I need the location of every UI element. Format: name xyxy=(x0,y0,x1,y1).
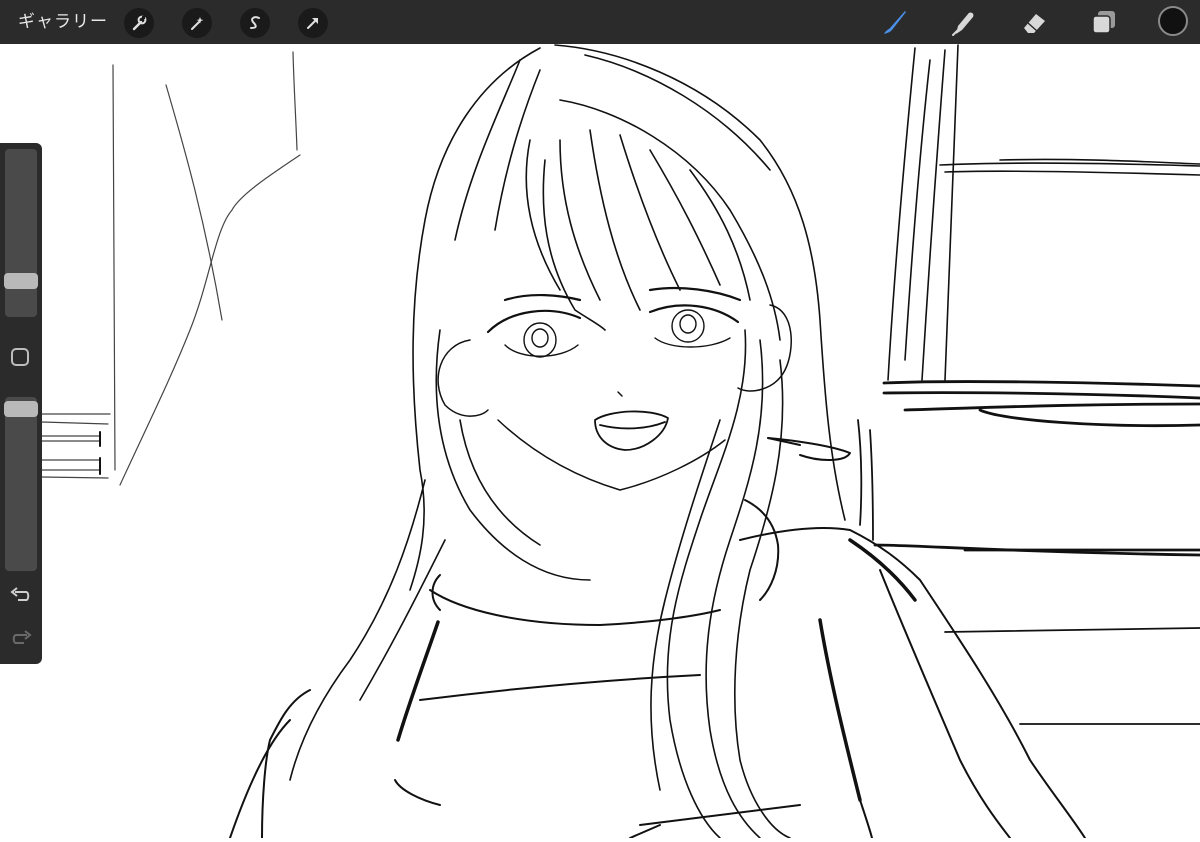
adjustments-button[interactable] xyxy=(182,8,212,38)
magic-wand-icon xyxy=(191,17,204,30)
undo-icon[interactable] xyxy=(10,587,32,605)
transform-button[interactable] xyxy=(298,8,328,38)
brush-sidebar xyxy=(0,143,42,664)
brush-size-thumb[interactable] xyxy=(4,273,38,289)
smudge-finger-icon xyxy=(952,12,974,36)
opacity-thumb[interactable] xyxy=(4,401,38,417)
actions-button[interactable] xyxy=(124,8,154,38)
selection-s-icon xyxy=(250,16,260,29)
opacity-slider[interactable] xyxy=(5,397,37,571)
drawing-canvas[interactable] xyxy=(0,44,1200,839)
color-picker-button[interactable] xyxy=(1158,6,1188,36)
gallery-button[interactable]: ギャラリー xyxy=(18,10,108,34)
top-toolbar: ギャラリー xyxy=(0,0,1200,44)
brush-button[interactable] xyxy=(878,6,910,38)
eraser-icon xyxy=(1024,14,1045,33)
redo-icon[interactable] xyxy=(10,630,32,648)
smudge-button[interactable] xyxy=(948,6,980,38)
brush-icon xyxy=(884,11,906,34)
brush-size-slider[interactable] xyxy=(5,149,37,317)
selection-button[interactable] xyxy=(240,8,270,38)
layers-button[interactable] xyxy=(1088,6,1120,38)
modify-button[interactable] xyxy=(11,348,29,366)
arrow-cursor-icon xyxy=(307,18,318,29)
sketch-artwork xyxy=(41,44,1200,839)
eraser-button[interactable] xyxy=(1018,6,1050,38)
wrench-icon xyxy=(132,15,147,31)
layers-icon xyxy=(1092,11,1115,34)
